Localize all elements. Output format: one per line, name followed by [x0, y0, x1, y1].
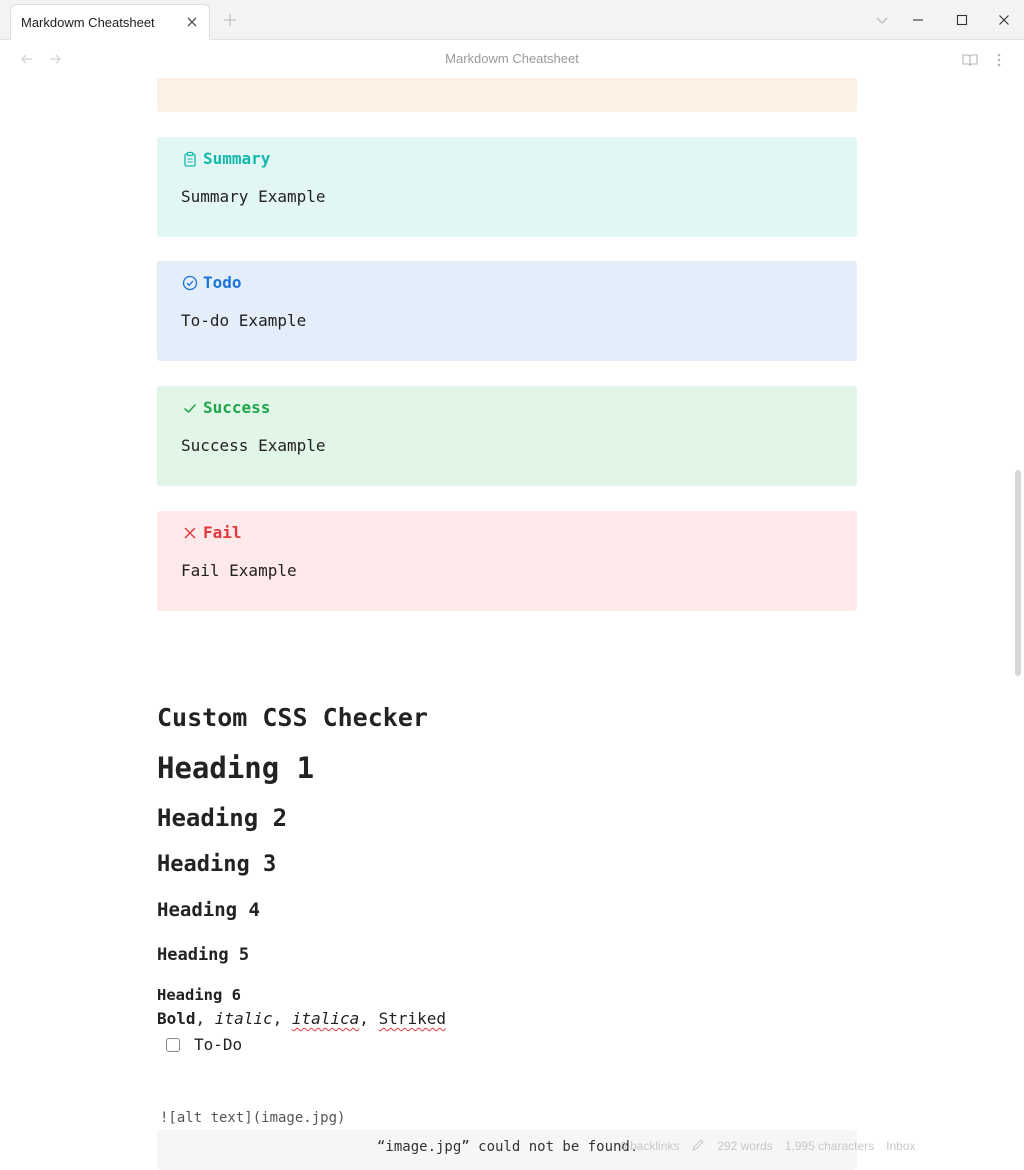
callout-body: Success Example [181, 436, 326, 455]
callout-fail: Fail Fail Example [157, 511, 857, 611]
window-close-icon[interactable] [992, 8, 1016, 32]
callout-body: To-do Example [181, 311, 307, 330]
todo-label: To-Do [194, 1035, 243, 1054]
striked-text: Striked [378, 1009, 446, 1028]
italic-text: italic [214, 1009, 273, 1028]
callout-title: Success [203, 398, 271, 417]
callout-body: Fail Example [181, 561, 297, 580]
more-options-icon[interactable] [988, 49, 1010, 71]
maximize-icon[interactable] [950, 8, 974, 32]
checkmark-icon [181, 399, 199, 417]
todo-item: To-Do [166, 1035, 242, 1054]
heading-5: Heading 5 [157, 945, 250, 965]
bold-text: Bold [157, 1009, 196, 1028]
tab-markdown-cheatsheet[interactable]: Markdowm Cheatsheet [10, 4, 210, 40]
pencil-icon[interactable] [691, 1138, 705, 1155]
heading-3: Heading 3 [157, 852, 277, 877]
image-markdown-source[interactable]: ![alt text](image.jpg) [160, 1110, 345, 1126]
callout-success: Success Success Example [157, 386, 857, 486]
minimize-icon[interactable] [906, 8, 930, 32]
section-title: Custom CSS Checker [157, 703, 428, 732]
callout-body: Summary Example [181, 187, 326, 206]
callout-todo: Todo To-do Example [157, 261, 857, 361]
plus-icon[interactable] [220, 10, 240, 30]
tab-bar: Markdowm Cheatsheet [0, 0, 1024, 40]
scrollbar-thumb[interactable] [1015, 470, 1021, 676]
heading-4: Heading 4 [157, 899, 260, 921]
callout-title: Summary [203, 149, 271, 168]
word-count: 292 words [717, 1139, 773, 1153]
clipboard-icon [181, 150, 199, 168]
callout-title: Fail [203, 523, 242, 542]
callout-title: Todo [203, 273, 242, 292]
image-not-found-text: “image.jpg” could not be found. [377, 1139, 639, 1155]
italica-text: italica [291, 1009, 360, 1028]
heading-1: Heading 1 [157, 751, 315, 785]
heading-2: Heading 2 [157, 804, 288, 832]
partial-callout [157, 78, 857, 112]
callout-summary: Summary Summary Example [157, 137, 857, 237]
inline-formatting-line: Bold, italic, italica, Striked [157, 1009, 446, 1028]
view-title: Markdowm Cheatsheet [445, 51, 579, 66]
backlinks-count[interactable]: 0 backlinks [620, 1139, 679, 1153]
status-bar: 0 backlinks 292 words 1,995 characters I… [620, 1136, 916, 1156]
editor-content[interactable]: Summary Summary Example Todo To-do Examp… [0, 78, 1016, 1170]
close-icon[interactable] [181, 11, 203, 33]
reading-view-icon[interactable] [959, 49, 981, 71]
chevron-down-icon[interactable] [870, 8, 894, 32]
view-header: Markdowm Cheatsheet [0, 40, 1024, 78]
todo-checkbox[interactable] [166, 1037, 180, 1052]
check-circle-icon [181, 274, 199, 292]
inbox-label[interactable]: Inbox [886, 1139, 915, 1153]
character-count: 1,995 characters [784, 1139, 875, 1153]
tab-title: Markdowm Cheatsheet [21, 15, 155, 30]
heading-6: Heading 6 [157, 986, 241, 1004]
x-icon [181, 524, 199, 542]
